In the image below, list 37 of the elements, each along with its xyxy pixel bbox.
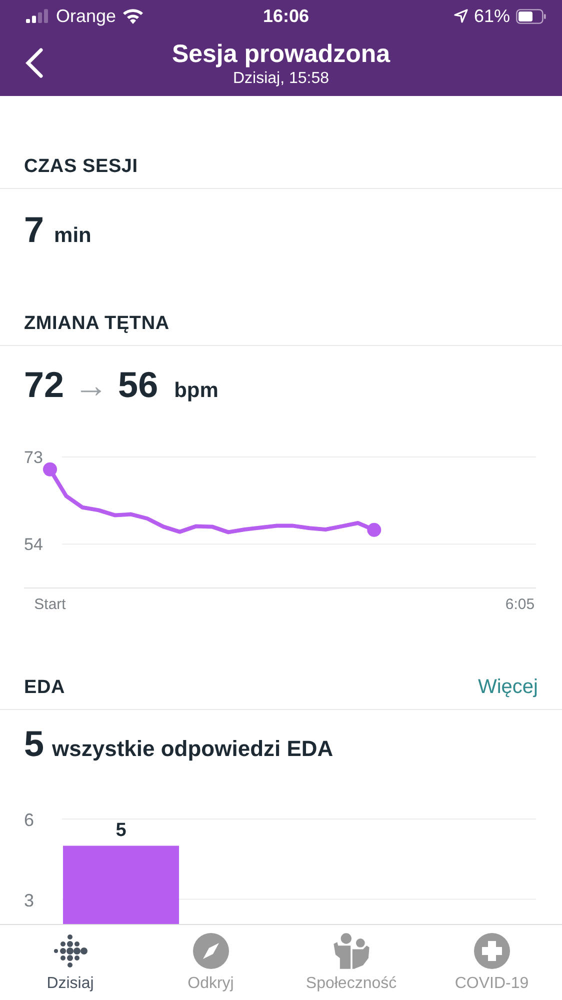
tab-bar-item[interactable]: COVID-19 [422,925,562,1000]
eda-description: wszystkie odpowiedzi EDA [52,736,334,762]
axis-label: 73 [24,448,43,467]
axis-label: Start [34,596,66,613]
axis-label: 54 [24,535,43,554]
carrier-name: Orange [56,6,116,26]
end-heart-rate: 56 [118,364,158,406]
battery-percent: 61% [474,6,510,26]
arrow-glyph: → [74,367,108,406]
start-heart-rate: 72 [24,364,64,406]
more-link[interactable]: Więcej [478,676,538,699]
dots-icon [52,932,88,968]
section-heading: ZMIANA TĘTNA [24,313,170,335]
session-duration: 7 [24,209,44,251]
unit-label: min [54,224,92,248]
plus-icon [474,932,510,968]
eda-count: 5 [24,723,44,765]
tab-bar-item[interactable]: Dzisiaj [0,925,140,1000]
battery-icon [516,8,546,24]
axis-label: 6:05 [505,596,535,613]
wifi-icon [122,8,144,24]
people-icon [330,932,372,968]
page-subtitle: Dzisiaj, 15:58 [232,69,330,89]
section-heading: EDA [24,677,66,699]
axis-label: 3 [24,890,34,910]
location-arrow-icon [454,9,468,23]
back-chevron-icon[interactable] [24,48,44,78]
axis-label: 6 [24,810,34,830]
compass-icon [192,932,229,968]
tab-bar-item[interactable]: Odkryj [140,925,281,1000]
signal-icon [26,9,50,23]
bar-value-label: 5 [116,820,126,841]
tab-bar-item[interactable]: Społeczność [281,925,422,1000]
section-heading: CZAS SESJI [24,156,138,178]
clock-time: 16:06 [262,6,310,26]
unit-label: bpm [174,379,218,403]
page-title: Sesja prowadzona [172,39,390,69]
